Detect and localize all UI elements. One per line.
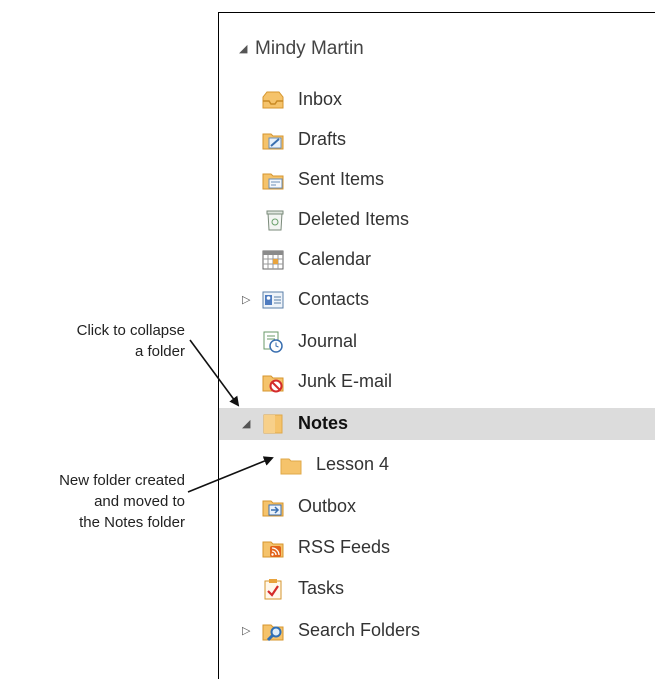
folder-label: Lesson 4 (316, 454, 390, 474)
outbox-icon (261, 495, 285, 519)
folder-label: Tasks (298, 578, 345, 598)
drafts-icon (261, 128, 285, 152)
annotation-line: the Notes folder (79, 514, 185, 531)
collapse-triangle-icon[interactable]: ◢ (239, 44, 247, 55)
junk-email-icon (261, 370, 285, 394)
folder-journal[interactable]: Journal (219, 327, 655, 357)
folder-label: Search Folders (298, 620, 421, 640)
expand-triangle-icon[interactable]: ▷ (242, 626, 250, 637)
folder-calendar[interactable]: Calendar (219, 245, 655, 275)
search-folders-icon (261, 619, 285, 643)
folder-label: Calendar (298, 249, 372, 269)
notes-icon (261, 412, 285, 436)
annotation-line: New folder created (59, 472, 185, 489)
new-folder-annotation: New folder created and moved to the Note… (59, 470, 185, 533)
folder-deleted-items[interactable]: Deleted Items (219, 205, 655, 235)
tasks-icon (261, 577, 285, 601)
folder-junk-email[interactable]: Junk E-mail (219, 367, 655, 397)
folder-label: Notes (298, 413, 349, 433)
annotation-line: Click to collapse (76, 322, 185, 339)
expand-triangle-icon[interactable]: ▷ (242, 295, 250, 306)
folder-rss-feeds[interactable]: RSS Feeds (219, 533, 655, 563)
account-header[interactable]: ◢ Mindy Martin (219, 34, 655, 64)
folder-icon (279, 453, 303, 477)
folder-label: Deleted Items (298, 209, 410, 229)
folder-search-folders[interactable]: ▷ Search Folders (219, 616, 655, 646)
folder-pane: ◢ Mindy Martin Inbox Drafts Sent Items D… (218, 12, 655, 679)
annotation-line: and moved to (94, 493, 185, 510)
folder-outbox[interactable]: Outbox (219, 492, 655, 522)
folder-contacts[interactable]: ▷ Contacts (219, 285, 655, 315)
journal-icon (261, 330, 285, 354)
folder-label: Drafts (298, 129, 347, 149)
account-name: Mindy Martin (255, 38, 364, 59)
folder-label: Contacts (298, 289, 370, 309)
folder-label: Sent Items (298, 169, 385, 189)
contacts-icon (261, 288, 285, 312)
folder-inbox[interactable]: Inbox (219, 85, 655, 115)
collapse-triangle-icon[interactable]: ◢ (242, 419, 250, 430)
inbox-icon (261, 88, 285, 112)
annotation-line: a folder (134, 343, 185, 360)
folder-label: Junk E-mail (298, 371, 393, 391)
folder-label: Inbox (298, 89, 343, 109)
sent-items-icon (261, 168, 285, 192)
folder-label: RSS Feeds (298, 537, 391, 557)
folder-label: Outbox (298, 496, 357, 516)
calendar-icon (261, 248, 285, 272)
folder-notes[interactable]: ◢ Notes (219, 408, 655, 440)
deleted-items-icon (263, 208, 287, 232)
folder-tasks[interactable]: Tasks (219, 574, 655, 604)
folder-lesson-4[interactable]: Lesson 4 (219, 450, 655, 480)
collapse-annotation: Click to collapse a folder (77, 320, 185, 362)
folder-sent-items[interactable]: Sent Items (219, 165, 655, 195)
folder-drafts[interactable]: Drafts (219, 125, 655, 155)
folder-label: Journal (298, 331, 358, 351)
rss-feeds-icon (261, 536, 285, 560)
